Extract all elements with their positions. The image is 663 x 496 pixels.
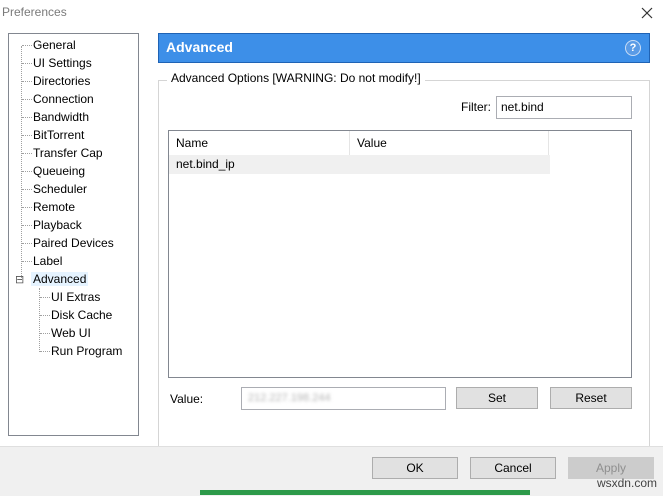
sidebar-item-label: Remote — [33, 200, 76, 214]
section-header: Advanced ? — [158, 33, 650, 63]
close-icon[interactable] — [636, 2, 658, 24]
sidebar-item-label: BitTorrent — [33, 128, 85, 142]
sidebar-item-transfer-cap[interactable]: Transfer Cap — [22, 145, 103, 161]
advanced-panel: Advanced ? Advanced Options [WARNING: Do… — [158, 33, 650, 451]
sidebar-item-label: Disk Cache — [51, 308, 113, 322]
sidebar-item-label: Paired Devices — [33, 236, 114, 250]
tree-branch-icon — [40, 351, 50, 353]
taskbar-strip — [200, 490, 530, 495]
sidebar-item-label: Transfer Cap — [33, 146, 103, 160]
title-bar: Preferences — [0, 0, 663, 26]
value-input[interactable]: 212.227.198.244 — [241, 387, 446, 410]
sidebar-item-label: UI Extras — [51, 290, 101, 304]
tree-branch-icon — [40, 333, 50, 335]
tree-branch-icon — [22, 99, 32, 101]
sidebar-item-web-ui[interactable]: Web UI — [40, 325, 91, 341]
value-label: Value: — [170, 392, 204, 406]
sidebar-item-label: Connection — [33, 92, 94, 106]
sidebar-item-label: General — [33, 38, 76, 52]
reset-button[interactable]: Reset — [550, 387, 632, 409]
sidebar-item-bandwidth[interactable]: Bandwidth — [22, 109, 89, 125]
tree-branch-icon — [22, 243, 32, 245]
preferences-tree[interactable]: General UI Settings Directories Connecti… — [8, 33, 139, 436]
tree-branch-icon — [40, 315, 50, 317]
sidebar-item-label: Web UI — [51, 326, 91, 340]
sidebar-item-advanced[interactable]: ⊟ Advanced — [15, 271, 89, 288]
sidebar-item-paired-devices[interactable]: Paired Devices — [22, 235, 114, 251]
sidebar-item-label: Label — [33, 254, 63, 268]
sidebar-item-label: UI Settings — [33, 56, 92, 70]
tree-branch-icon — [40, 297, 50, 299]
set-button[interactable]: Set — [456, 387, 538, 409]
sidebar-item-general[interactable]: General — [22, 37, 76, 53]
help-icon[interactable]: ? — [625, 40, 641, 56]
sidebar-item-label: Bandwidth — [33, 110, 90, 124]
sidebar-item-label: Advanced — [31, 272, 89, 286]
tree-branch-icon — [22, 135, 32, 137]
sidebar-item-connection[interactable]: Connection — [22, 91, 94, 107]
column-header-value[interactable]: Value — [350, 131, 549, 155]
tree-branch-icon — [22, 171, 32, 173]
tree-branch-icon — [22, 63, 32, 65]
table-row[interactable]: net.bind_ip — [169, 155, 550, 174]
sidebar-item-label: Playback — [33, 218, 82, 232]
sidebar-item-bittorrent[interactable]: BitTorrent — [22, 127, 84, 143]
column-header-name[interactable]: Name — [169, 131, 350, 155]
filter-input[interactable]: net.bind — [496, 96, 632, 119]
tree-branch-icon — [22, 207, 32, 209]
sidebar-item-queueing[interactable]: Queueing — [22, 163, 85, 179]
tree-branch-icon — [22, 117, 32, 119]
tree-branch-icon — [22, 261, 32, 263]
dialog-footer — [0, 446, 663, 496]
window-title: Preferences — [2, 5, 67, 19]
watermark: wsxdn.com — [596, 476, 657, 490]
sidebar-item-directories[interactable]: Directories — [22, 73, 90, 89]
cancel-button[interactable]: Cancel — [470, 457, 556, 479]
group-title: Advanced Options [WARNING: Do not modify… — [167, 71, 425, 85]
tree-branch-icon — [22, 189, 32, 191]
tree-branch-icon — [22, 153, 32, 155]
tree-branch-icon — [22, 225, 32, 227]
sidebar-item-label-settings[interactable]: Label — [22, 253, 62, 269]
tree-branch-icon — [22, 81, 32, 83]
section-title: Advanced — [166, 39, 233, 55]
sidebar-item-run-program[interactable]: Run Program — [40, 343, 122, 359]
sidebar-item-label: Scheduler — [33, 182, 88, 196]
sidebar-item-label: Directories — [33, 74, 91, 88]
sidebar-item-scheduler[interactable]: Scheduler — [22, 181, 87, 197]
collapse-icon[interactable]: ⊟ — [15, 272, 27, 288]
sidebar-item-label: Run Program — [51, 344, 123, 358]
options-table[interactable]: Name Value net.bind_ip — [168, 130, 632, 378]
filter-label: Filter: — [461, 100, 491, 114]
sidebar-item-label: Queueing — [33, 164, 86, 178]
sidebar-item-remote[interactable]: Remote — [22, 199, 75, 215]
value-input-text: 212.227.198.244 — [248, 392, 331, 404]
sidebar-item-disk-cache[interactable]: Disk Cache — [40, 307, 112, 323]
sidebar-item-ui-extras[interactable]: UI Extras — [40, 289, 100, 305]
sidebar-item-playback[interactable]: Playback — [22, 217, 82, 233]
tree-branch-icon — [22, 45, 32, 47]
sidebar-item-ui-settings[interactable]: UI Settings — [22, 55, 92, 71]
row-name-cell: net.bind_ip — [176, 157, 235, 171]
ok-button[interactable]: OK — [372, 457, 458, 479]
